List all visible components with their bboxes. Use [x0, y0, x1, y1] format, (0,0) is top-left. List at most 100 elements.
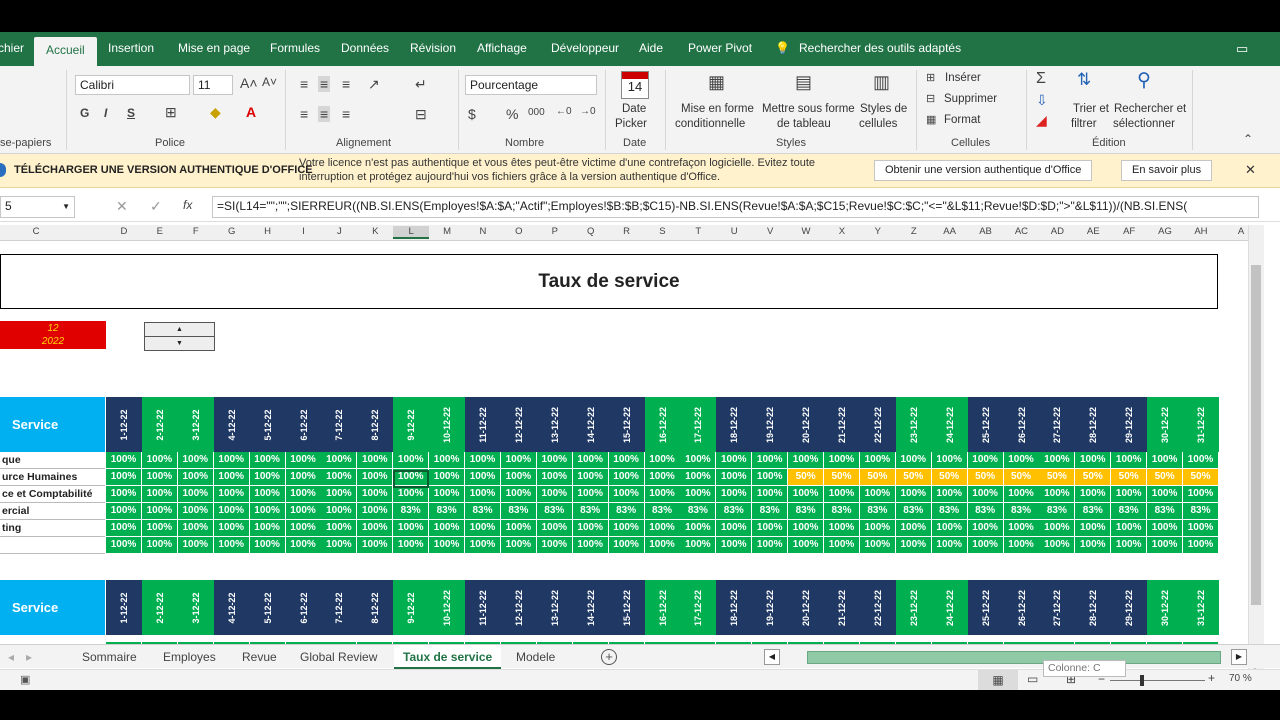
column-header-X[interactable]: X — [824, 226, 860, 237]
format-button[interactable]: Format — [944, 114, 980, 126]
rate-cell[interactable]: 100% — [1075, 486, 1112, 503]
column-header-M[interactable]: M — [429, 226, 465, 237]
rate-cell[interactable]: 50% — [1111, 469, 1148, 486]
rate-cell[interactable]: 100% — [1111, 486, 1148, 503]
align-center-icon[interactable]: ≡ — [318, 106, 331, 122]
rate-cell[interactable]: 100% — [213, 503, 250, 520]
worksheet-grid[interactable]: Taux de service 12 2022 ▲ ▼ Service 1-12-2… — [0, 242, 1248, 654]
prev-sheet-icon[interactable]: ◂ — [8, 650, 14, 664]
format-table-icon[interactable]: ▤ — [795, 72, 812, 93]
rate-cell[interactable]: 100% — [536, 537, 573, 554]
rate-cell[interactable]: 100% — [357, 537, 394, 554]
rate-cell[interactable]: 83% — [608, 503, 645, 520]
format-table-label2[interactable]: de tableau — [777, 118, 831, 130]
rate-cell[interactable]: 100% — [1183, 520, 1219, 537]
rate-cell[interactable]: 50% — [1183, 469, 1219, 486]
rate-cell[interactable]: 100% — [500, 452, 537, 469]
increase-font-icon[interactable]: A˄ — [240, 75, 258, 91]
rate-cell[interactable]: 100% — [177, 503, 214, 520]
rate-cell[interactable]: 83% — [1075, 503, 1112, 520]
rate-cell[interactable]: 100% — [321, 486, 358, 503]
rate-cell[interactable]: 100% — [967, 537, 1004, 554]
rate-cell[interactable]: 100% — [393, 537, 430, 554]
macro-record-icon[interactable]: ▣ — [20, 673, 30, 686]
bold-button[interactable]: G — [80, 106, 89, 120]
rate-cell[interactable]: 100% — [752, 469, 789, 486]
rate-cell[interactable]: 100% — [1039, 520, 1076, 537]
rate-cell[interactable]: 100% — [788, 486, 825, 503]
font-name-select[interactable]: Calibri — [75, 75, 190, 95]
fill-color-icon[interactable]: ◆ — [210, 104, 221, 121]
rate-cell[interactable]: 83% — [1111, 503, 1148, 520]
number-format-select[interactable]: Pourcentage — [465, 75, 597, 95]
rate-cell[interactable]: 100% — [644, 452, 681, 469]
rate-cell[interactable]: 50% — [931, 469, 968, 486]
close-message-icon[interactable]: ✕ — [1245, 162, 1256, 178]
rate-cell[interactable]: 100% — [1147, 520, 1184, 537]
rate-cell[interactable]: 100% — [1003, 486, 1040, 503]
rate-cell[interactable]: 83% — [716, 503, 753, 520]
column-header-AH[interactable]: AH — [1183, 226, 1219, 237]
rate-cell[interactable]: 100% — [1003, 452, 1040, 469]
sort-filter-label[interactable]: Trier et — [1073, 103, 1109, 115]
column-header-D[interactable]: D — [106, 226, 142, 237]
borders-icon[interactable]: ⊞ — [165, 104, 177, 121]
rate-cell[interactable]: 100% — [285, 452, 322, 469]
column-header-P[interactable]: P — [537, 226, 573, 237]
add-sheet-icon[interactable]: + — [601, 649, 617, 665]
rate-cell[interactable]: 100% — [752, 520, 789, 537]
rate-cell[interactable]: 100% — [572, 520, 609, 537]
currency-icon[interactable]: $ — [468, 106, 476, 122]
column-header-E[interactable]: E — [142, 226, 178, 237]
ribbon-tab-6[interactable]: Révision — [410, 41, 456, 55]
rate-cell[interactable]: 83% — [788, 503, 825, 520]
rate-cell[interactable]: 83% — [1183, 503, 1219, 520]
column-header-AG[interactable]: AG — [1147, 226, 1183, 237]
rate-cell[interactable]: 100% — [608, 469, 645, 486]
rate-cell[interactable]: 83% — [572, 503, 609, 520]
column-header-G[interactable]: G — [214, 226, 250, 237]
rate-cell[interactable]: 100% — [752, 537, 789, 554]
rate-cell[interactable]: 100% — [357, 469, 394, 486]
sort-filter-icon[interactable]: ⇅ — [1077, 70, 1091, 90]
column-header-N[interactable]: N — [465, 226, 501, 237]
rate-cell[interactable]: 100% — [1075, 537, 1112, 554]
spin-down-button[interactable]: ▼ — [145, 337, 214, 351]
rate-cell[interactable]: 100% — [321, 537, 358, 554]
conditional-format-label[interactable]: Mise en forme — [681, 103, 754, 115]
rate-cell[interactable]: 100% — [106, 503, 142, 520]
insert-button[interactable]: Insérer — [945, 72, 981, 84]
ribbon-tab-8[interactable]: Développeur — [551, 41, 619, 55]
conditional-format-label2[interactable]: conditionnelle — [675, 118, 745, 130]
column-header-R[interactable]: R — [609, 226, 645, 237]
selected-cell[interactable] — [393, 470, 429, 488]
rate-cell[interactable]: 100% — [141, 537, 178, 554]
rate-cell[interactable]: 83% — [859, 503, 896, 520]
rate-cell[interactable]: 100% — [536, 486, 573, 503]
rate-cell[interactable]: 100% — [1111, 537, 1148, 554]
rate-cell[interactable]: 100% — [177, 486, 214, 503]
cancel-formula-icon[interactable]: ✕ — [116, 198, 128, 215]
rate-cell[interactable]: 100% — [249, 537, 286, 554]
column-header-T[interactable]: T — [680, 226, 716, 237]
rate-cell[interactable]: 100% — [465, 469, 501, 486]
rate-cell[interactable]: 100% — [1003, 537, 1040, 554]
sheet-tab-revue[interactable]: Revue — [242, 650, 277, 664]
cell-styles-icon[interactable]: ▥ — [873, 72, 890, 93]
rate-cell[interactable]: 100% — [967, 452, 1004, 469]
format-icon[interactable]: ▦ — [926, 113, 936, 126]
comments-icon[interactable]: ▭ — [1236, 41, 1248, 57]
month-spinner[interactable]: ▲ ▼ — [144, 322, 215, 351]
format-table-label[interactable]: Mettre sous forme — [762, 103, 855, 115]
rate-cell[interactable]: 100% — [213, 452, 250, 469]
rate-cell[interactable]: 83% — [967, 503, 1004, 520]
ribbon-tab-3[interactable]: Mise en page — [178, 41, 250, 55]
rate-cell[interactable]: 100% — [931, 452, 968, 469]
rate-cell[interactable]: 100% — [106, 537, 142, 554]
ribbon-tab-4[interactable]: Formules — [270, 41, 320, 55]
next-sheet-icon[interactable]: ▸ — [26, 650, 32, 664]
rate-cell[interactable]: 100% — [1147, 486, 1184, 503]
rate-cell[interactable]: 50% — [1039, 469, 1076, 486]
rate-cell[interactable]: 100% — [500, 469, 537, 486]
rate-cell[interactable]: 100% — [429, 537, 466, 554]
